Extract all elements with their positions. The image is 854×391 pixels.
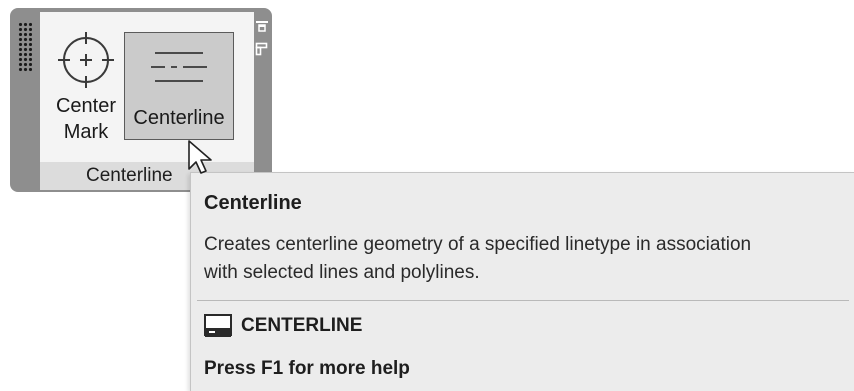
- center-mark-icon: [58, 32, 114, 88]
- center-mark-button[interactable]: Center Mark: [50, 22, 122, 156]
- centerline-tooltip: Centerline Creates centerline geometry o…: [190, 172, 854, 391]
- centerline-button[interactable]: Centerline: [124, 32, 234, 140]
- tooltip-description: Creates centerline geometry of a specifi…: [204, 231, 854, 287]
- tooltip-description-line-1: Creates centerline geometry of a specifi…: [204, 234, 752, 255]
- command-line-icon: [204, 314, 232, 337]
- centerline-ribbon-panel: Centerline Center Mark Centerline: [10, 8, 272, 192]
- mouse-pointer-icon: [188, 140, 212, 174]
- centerline-label: Centerline: [133, 107, 225, 129]
- tooltip-help-text: Press F1 for more help: [204, 358, 410, 379]
- panel-expand-icon[interactable]: [255, 42, 269, 56]
- center-mark-label: Center Mark: [50, 93, 122, 145]
- tooltip-description-line-2: with selected lines and polylines.: [204, 262, 480, 283]
- center-mark-label-line-2: Mark: [63, 121, 109, 143]
- pin-icon[interactable]: [255, 20, 269, 34]
- center-mark-label-line-1: Center: [55, 95, 117, 117]
- tooltip-divider: [197, 300, 849, 301]
- panel-grip-icon[interactable]: [18, 22, 32, 72]
- panel-side-strip: [254, 12, 270, 190]
- tooltip-title: Centerline: [204, 192, 302, 214]
- screenshot-stage: Centerline Center Mark Centerline Center…: [0, 0, 854, 391]
- centerline-icon: [151, 52, 207, 82]
- tooltip-command-name: CENTERLINE: [241, 315, 363, 336]
- panel-title: Centerline: [86, 165, 173, 186]
